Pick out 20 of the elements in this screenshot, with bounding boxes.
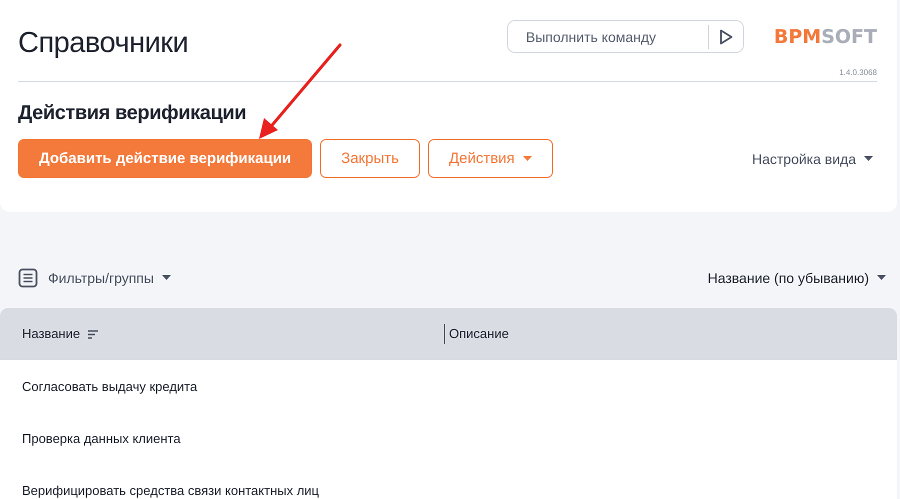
table-cell-text: Проверка данных клиента: [21, 430, 182, 446]
logo-text: SOFT: [821, 26, 877, 48]
command-bar[interactable]: Выполнить команду: [506, 20, 744, 53]
caret-icon: [864, 156, 873, 161]
caret-icon: [877, 275, 886, 280]
sort-dropdown[interactable]: Название (по убыванию): [708, 270, 886, 286]
version-label: 1.4.0.3068: [839, 68, 877, 77]
logo-text: BPM: [774, 26, 822, 48]
column-header[interactable]: Описание: [444, 324, 897, 344]
page-title: Справочники: [18, 26, 190, 60]
caret-icon: [522, 156, 532, 161]
run-icon[interactable]: [718, 28, 733, 44]
table-cell-text: Верифицировать средства связи контактных лиц: [21, 482, 320, 498]
list-icon[interactable]: [18, 268, 38, 288]
caret-icon: [162, 275, 171, 280]
filters-dropdown[interactable]: Фильтры/группы: [48, 270, 171, 286]
view-settings-dropdown[interactable]: Настройка вида: [752, 150, 873, 166]
section-title: Действия верификации: [18, 102, 248, 125]
column-header[interactable]: Название: [0, 324, 444, 344]
table-cell-text: Согласовать выдачу кредита: [21, 378, 198, 394]
